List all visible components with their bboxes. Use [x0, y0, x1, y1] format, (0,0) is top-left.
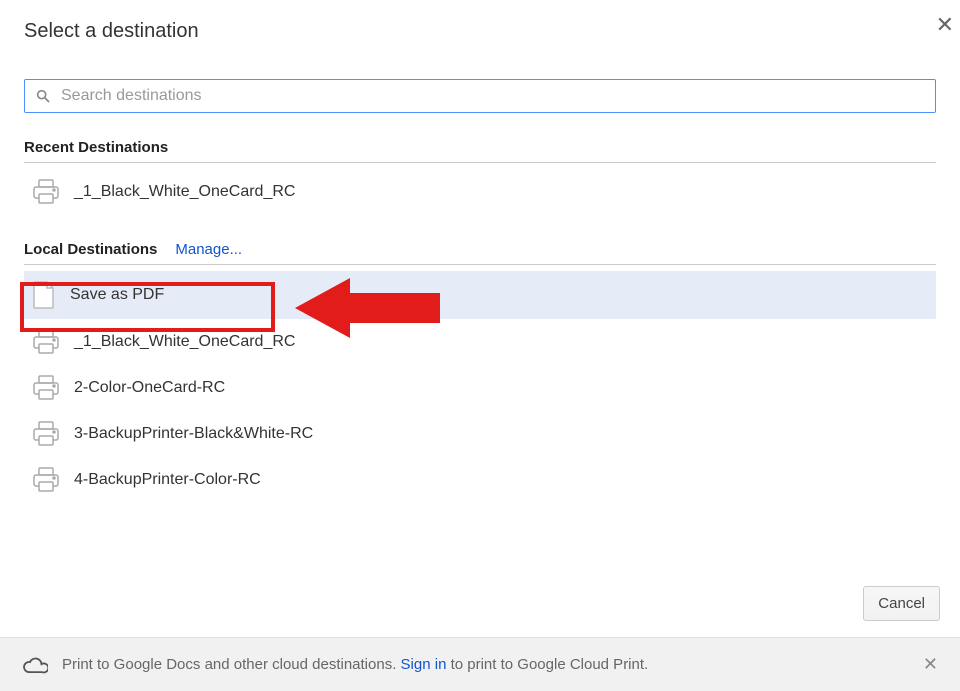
- destination-label: _1_Black_White_OneCard_RC: [74, 333, 295, 351]
- recent-destinations-list: _1_Black_White_OneCard_RC: [24, 169, 936, 215]
- destination-label: 3-BackupPrinter-Black&White-RC: [74, 425, 313, 443]
- section-title: Local Destinations: [24, 241, 157, 258]
- printer-icon: [32, 329, 60, 355]
- destination-item[interactable]: 4-BackupPrinter-Color-RC: [24, 457, 936, 503]
- footer-close-icon[interactable]: ✕: [923, 654, 938, 675]
- sign-in-link[interactable]: Sign in: [401, 656, 447, 673]
- local-destinations-list: Save as PDF _1_Black_White_OneCard_RC 2-…: [24, 271, 936, 503]
- recent-destinations-header: Recent Destinations: [24, 139, 936, 163]
- destination-label: 4-BackupPrinter-Color-RC: [74, 471, 261, 489]
- destination-item[interactable]: _1_Black_White_OneCard_RC: [24, 169, 936, 215]
- destination-save-as-pdf[interactable]: Save as PDF: [24, 271, 936, 319]
- destination-item[interactable]: 2-Color-OneCard-RC: [24, 365, 936, 411]
- destination-label: _1_Black_White_OneCard_RC: [74, 183, 295, 201]
- close-icon[interactable]: ✕: [936, 14, 954, 36]
- search-field[interactable]: [24, 79, 936, 113]
- printer-icon: [32, 179, 60, 205]
- destination-label: Save as PDF: [70, 286, 164, 304]
- footer-text-after: to print to Google Cloud Print.: [446, 656, 648, 673]
- local-destinations-header: Local Destinations Manage...: [24, 241, 936, 265]
- dialog-title: Select a destination: [24, 20, 199, 43]
- manage-link[interactable]: Manage...: [175, 241, 242, 258]
- cancel-button[interactable]: Cancel: [863, 586, 940, 621]
- footer-text-before: Print to Google Docs and other cloud des…: [62, 656, 401, 673]
- section-title: Recent Destinations: [24, 139, 168, 156]
- destination-label: 2-Color-OneCard-RC: [74, 379, 225, 397]
- cloud-print-footer: Print to Google Docs and other cloud des…: [0, 637, 960, 691]
- destination-item[interactable]: _1_Black_White_OneCard_RC: [24, 319, 936, 365]
- pdf-icon: [32, 281, 56, 309]
- destination-item[interactable]: 3-BackupPrinter-Black&White-RC: [24, 411, 936, 457]
- search-icon: [35, 88, 51, 104]
- cloud-icon: [22, 656, 48, 674]
- search-input[interactable]: [61, 87, 925, 105]
- footer-text: Print to Google Docs and other cloud des…: [62, 656, 648, 673]
- printer-icon: [32, 375, 60, 401]
- printer-icon: [32, 467, 60, 493]
- printer-icon: [32, 421, 60, 447]
